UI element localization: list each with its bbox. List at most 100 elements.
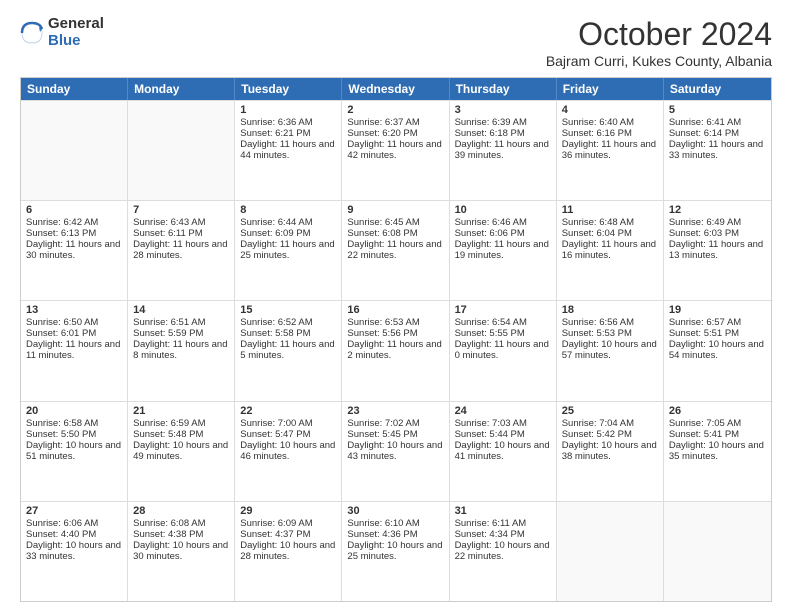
empty-cell xyxy=(21,101,128,200)
sunrise-text: Sunrise: 6:08 AM xyxy=(133,518,229,529)
header-day-saturday: Saturday xyxy=(664,78,771,100)
day-cell-2: 2Sunrise: 6:37 AMSunset: 6:20 PMDaylight… xyxy=(342,101,449,200)
day-cell-27: 27Sunrise: 6:06 AMSunset: 4:40 PMDayligh… xyxy=(21,502,128,601)
logo-icon xyxy=(20,19,44,47)
day-cell-16: 16Sunrise: 6:53 AMSunset: 5:56 PMDayligh… xyxy=(342,301,449,400)
sunset-text: Sunset: 5:56 PM xyxy=(347,328,443,339)
daylight-text: Daylight: 10 hours and 22 minutes. xyxy=(455,540,551,562)
sunset-text: Sunset: 4:38 PM xyxy=(133,529,229,540)
sunset-text: Sunset: 4:34 PM xyxy=(455,529,551,540)
day-number: 21 xyxy=(133,405,229,417)
day-cell-17: 17Sunrise: 6:54 AMSunset: 5:55 PMDayligh… xyxy=(450,301,557,400)
sunset-text: Sunset: 6:04 PM xyxy=(562,228,658,239)
day-number: 10 xyxy=(455,204,551,216)
day-cell-29: 29Sunrise: 6:09 AMSunset: 4:37 PMDayligh… xyxy=(235,502,342,601)
daylight-text: Daylight: 11 hours and 2 minutes. xyxy=(347,339,443,361)
sunrise-text: Sunrise: 6:45 AM xyxy=(347,217,443,228)
day-number: 29 xyxy=(240,505,336,517)
daylight-text: Daylight: 11 hours and 5 minutes. xyxy=(240,339,336,361)
sunset-text: Sunset: 6:06 PM xyxy=(455,228,551,239)
daylight-text: Daylight: 11 hours and 39 minutes. xyxy=(455,139,551,161)
daylight-text: Daylight: 11 hours and 44 minutes. xyxy=(240,139,336,161)
daylight-text: Daylight: 10 hours and 35 minutes. xyxy=(669,440,766,462)
day-number: 3 xyxy=(455,104,551,116)
title-block: October 2024 Bajram Curri, Kukes County,… xyxy=(546,16,772,69)
sunrise-text: Sunrise: 7:04 AM xyxy=(562,418,658,429)
day-cell-30: 30Sunrise: 6:10 AMSunset: 4:36 PMDayligh… xyxy=(342,502,449,601)
sunrise-text: Sunrise: 7:00 AM xyxy=(240,418,336,429)
header-day-thursday: Thursday xyxy=(450,78,557,100)
day-cell-5: 5Sunrise: 6:41 AMSunset: 6:14 PMDaylight… xyxy=(664,101,771,200)
daylight-text: Daylight: 11 hours and 19 minutes. xyxy=(455,239,551,261)
daylight-text: Daylight: 11 hours and 0 minutes. xyxy=(455,339,551,361)
sunset-text: Sunset: 6:18 PM xyxy=(455,128,551,139)
sunrise-text: Sunrise: 6:48 AM xyxy=(562,217,658,228)
sunset-text: Sunset: 5:55 PM xyxy=(455,328,551,339)
logo-general: General xyxy=(48,16,104,33)
sunrise-text: Sunrise: 6:56 AM xyxy=(562,317,658,328)
sunset-text: Sunset: 5:51 PM xyxy=(669,328,766,339)
calendar: SundayMondayTuesdayWednesdayThursdayFrid… xyxy=(20,77,772,602)
sunset-text: Sunset: 6:09 PM xyxy=(240,228,336,239)
logo-blue: Blue xyxy=(48,33,104,50)
sunrise-text: Sunrise: 6:36 AM xyxy=(240,117,336,128)
daylight-text: Daylight: 10 hours and 43 minutes. xyxy=(347,440,443,462)
day-number: 13 xyxy=(26,304,122,316)
daylight-text: Daylight: 10 hours and 54 minutes. xyxy=(669,339,766,361)
day-number: 5 xyxy=(669,104,766,116)
header-day-monday: Monday xyxy=(128,78,235,100)
daylight-text: Daylight: 10 hours and 30 minutes. xyxy=(133,540,229,562)
day-cell-8: 8Sunrise: 6:44 AMSunset: 6:09 PMDaylight… xyxy=(235,201,342,300)
sunset-text: Sunset: 5:48 PM xyxy=(133,429,229,440)
daylight-text: Daylight: 10 hours and 51 minutes. xyxy=(26,440,122,462)
sunrise-text: Sunrise: 7:05 AM xyxy=(669,418,766,429)
header: General Blue October 2024 Bajram Curri, … xyxy=(20,16,772,69)
day-number: 12 xyxy=(669,204,766,216)
sunrise-text: Sunrise: 6:54 AM xyxy=(455,317,551,328)
calendar-row-3: 13Sunrise: 6:50 AMSunset: 6:01 PMDayligh… xyxy=(21,300,771,400)
day-cell-20: 20Sunrise: 6:58 AMSunset: 5:50 PMDayligh… xyxy=(21,402,128,501)
header-day-friday: Friday xyxy=(557,78,664,100)
day-number: 16 xyxy=(347,304,443,316)
day-cell-21: 21Sunrise: 6:59 AMSunset: 5:48 PMDayligh… xyxy=(128,402,235,501)
sunrise-text: Sunrise: 6:50 AM xyxy=(26,317,122,328)
sunrise-text: Sunrise: 6:11 AM xyxy=(455,518,551,529)
subtitle: Bajram Curri, Kukes County, Albania xyxy=(546,53,772,69)
sunset-text: Sunset: 5:59 PM xyxy=(133,328,229,339)
sunset-text: Sunset: 5:42 PM xyxy=(562,429,658,440)
calendar-header: SundayMondayTuesdayWednesdayThursdayFrid… xyxy=(21,78,771,100)
day-cell-28: 28Sunrise: 6:08 AMSunset: 4:38 PMDayligh… xyxy=(128,502,235,601)
sunrise-text: Sunrise: 6:53 AM xyxy=(347,317,443,328)
day-number: 9 xyxy=(347,204,443,216)
sunrise-text: Sunrise: 6:43 AM xyxy=(133,217,229,228)
daylight-text: Daylight: 11 hours and 30 minutes. xyxy=(26,239,122,261)
empty-cell xyxy=(557,502,664,601)
day-number: 23 xyxy=(347,405,443,417)
day-number: 28 xyxy=(133,505,229,517)
day-cell-1: 1Sunrise: 6:36 AMSunset: 6:21 PMDaylight… xyxy=(235,101,342,200)
sunset-text: Sunset: 6:14 PM xyxy=(669,128,766,139)
logo-text: General Blue xyxy=(48,16,104,49)
day-number: 6 xyxy=(26,204,122,216)
sunset-text: Sunset: 4:40 PM xyxy=(26,529,122,540)
sunrise-text: Sunrise: 6:42 AM xyxy=(26,217,122,228)
calendar-row-5: 27Sunrise: 6:06 AMSunset: 4:40 PMDayligh… xyxy=(21,501,771,601)
daylight-text: Daylight: 11 hours and 28 minutes. xyxy=(133,239,229,261)
sunrise-text: Sunrise: 6:37 AM xyxy=(347,117,443,128)
day-cell-19: 19Sunrise: 6:57 AMSunset: 5:51 PMDayligh… xyxy=(664,301,771,400)
daylight-text: Daylight: 10 hours and 33 minutes. xyxy=(26,540,122,562)
header-day-tuesday: Tuesday xyxy=(235,78,342,100)
sunset-text: Sunset: 5:44 PM xyxy=(455,429,551,440)
daylight-text: Daylight: 10 hours and 46 minutes. xyxy=(240,440,336,462)
day-number: 18 xyxy=(562,304,658,316)
sunset-text: Sunset: 6:11 PM xyxy=(133,228,229,239)
daylight-text: Daylight: 11 hours and 8 minutes. xyxy=(133,339,229,361)
daylight-text: Daylight: 10 hours and 57 minutes. xyxy=(562,339,658,361)
day-number: 20 xyxy=(26,405,122,417)
header-day-sunday: Sunday xyxy=(21,78,128,100)
sunrise-text: Sunrise: 6:40 AM xyxy=(562,117,658,128)
daylight-text: Daylight: 11 hours and 25 minutes. xyxy=(240,239,336,261)
sunset-text: Sunset: 4:37 PM xyxy=(240,529,336,540)
sunset-text: Sunset: 5:58 PM xyxy=(240,328,336,339)
daylight-text: Daylight: 11 hours and 42 minutes. xyxy=(347,139,443,161)
